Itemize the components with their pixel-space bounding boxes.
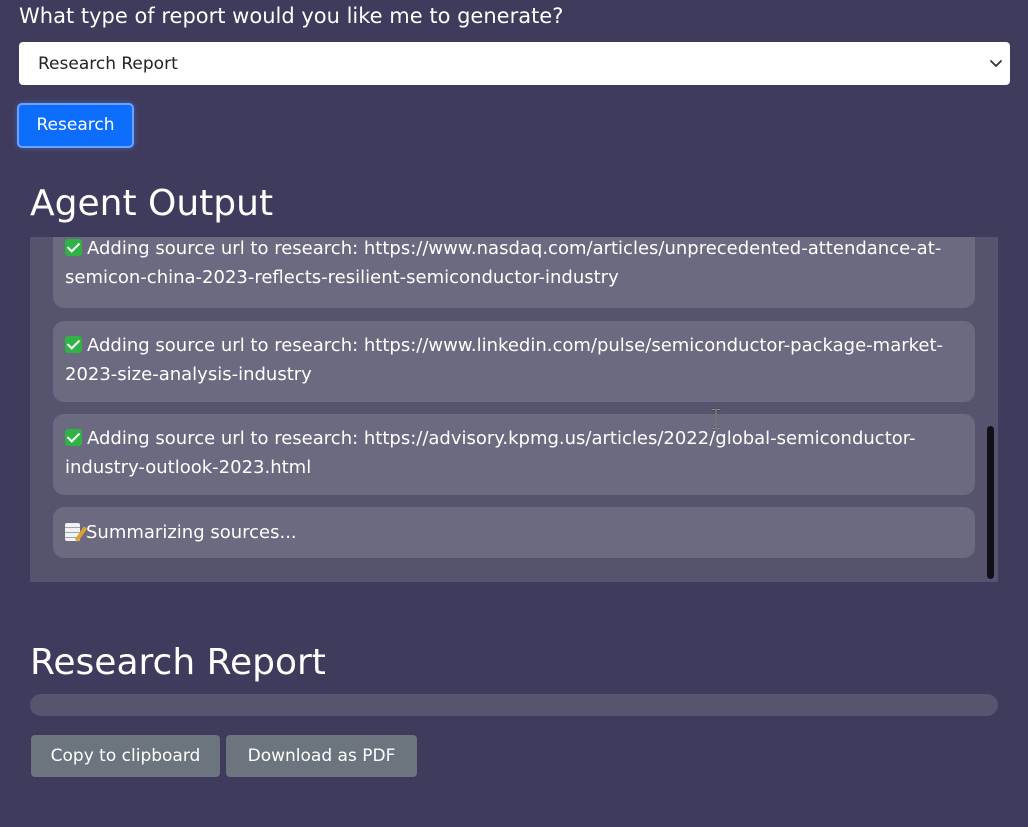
log-text: Summarizing sources...: [86, 522, 297, 543]
agent-output-panel[interactable]: Adding source url to research: https://w…: [30, 237, 998, 582]
report-type-select[interactable]: Research Report: [19, 42, 1010, 85]
copy-to-clipboard-button[interactable]: Copy to clipboard: [31, 735, 220, 777]
log-item: Adding source url to research: https://a…: [53, 414, 975, 495]
download-pdf-button[interactable]: Download as PDF: [226, 735, 417, 777]
report-type-selected-value: Research Report: [38, 54, 178, 74]
report-content-area: [30, 694, 998, 716]
log-item: Adding source url to research: https://w…: [53, 237, 975, 308]
agent-output-heading: Agent Output: [30, 183, 274, 224]
log-text: Adding source url to research: https://w…: [65, 238, 942, 288]
chevron-down-icon: [990, 60, 1002, 67]
log-item: Adding source url to research: https://w…: [53, 321, 975, 402]
text-cursor-icon: [711, 408, 721, 430]
research-button[interactable]: Research: [17, 103, 134, 148]
memo-icon: [65, 523, 80, 541]
check-mark-icon: [65, 429, 82, 446]
check-mark-icon: [65, 336, 82, 353]
check-mark-icon: [65, 239, 82, 256]
research-report-heading: Research Report: [30, 642, 326, 683]
log-item: Summarizing sources...: [53, 507, 975, 558]
report-question: What type of report would you like me to…: [19, 4, 564, 28]
log-text: Adding source url to research: https://a…: [65, 428, 916, 478]
output-scrollbar[interactable]: [987, 426, 994, 579]
log-text: Adding source url to research: https://w…: [65, 335, 944, 385]
